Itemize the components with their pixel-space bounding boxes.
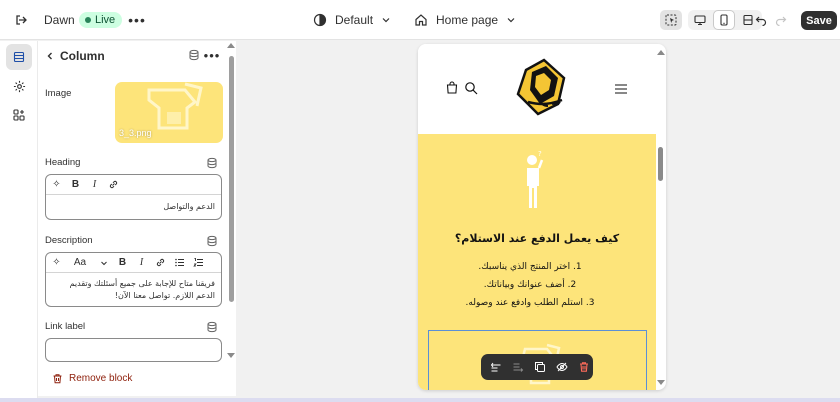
chevron-down-icon — [507, 18, 515, 23]
link-icon[interactable] — [107, 178, 120, 191]
cart-icon[interactable] — [445, 81, 459, 95]
description-toolbar: ✧ Aa B I — [46, 253, 221, 273]
palette-icon — [313, 13, 327, 27]
view-tools — [660, 10, 766, 30]
live-dot-icon — [85, 17, 91, 23]
link-icon[interactable] — [154, 256, 167, 269]
site-header — [418, 44, 656, 134]
menu-hamburger-icon[interactable] — [614, 82, 628, 96]
description-label: Description — [45, 235, 93, 246]
ai-sparkle-icon[interactable]: ✧ — [50, 178, 63, 191]
panel-title: Column — [60, 49, 105, 63]
chevron-down-icon[interactable] — [97, 256, 110, 269]
home-icon — [415, 14, 427, 26]
heading-editor[interactable]: ✧ B I الدعم والتواصل — [45, 174, 222, 220]
text-style-label: Aa — [73, 257, 87, 268]
page-label: Home page — [436, 13, 499, 27]
italic-icon[interactable]: I — [88, 178, 101, 191]
panel-more-icon[interactable]: ••• — [204, 47, 220, 63]
storefront-preview-frame: ? كيف يعمل الدفع عند الاستلام؟ 1. اختر ا… — [418, 44, 666, 390]
viewport-group — [688, 10, 762, 30]
panel-scroll-down-icon[interactable] — [227, 353, 235, 358]
settings-gear-icon[interactable] — [6, 73, 32, 99]
undo-icon[interactable] — [752, 10, 770, 30]
heading-toolbar: ✧ B I — [46, 175, 221, 195]
exit-icon[interactable] — [12, 11, 30, 29]
description-value[interactable]: فريقنا متاح للإجابة على جميع أسئلتك وتقد… — [46, 273, 221, 307]
chevron-down-icon — [382, 18, 390, 23]
move-up-icon[interactable] — [489, 360, 503, 374]
text-style-dropdown[interactable]: Aa — [69, 256, 91, 269]
mobile-icon[interactable] — [713, 10, 735, 30]
bold-icon[interactable]: B — [116, 256, 129, 269]
heading-dynamic-source-icon[interactable] — [206, 157, 218, 169]
image-label: Image — [45, 88, 72, 99]
heading-label: Heading — [45, 157, 81, 168]
step-item: 1. اختر المنتج الذي يناسبك. — [478, 262, 582, 272]
multicolumn-section[interactable]: ? كيف يعمل الدفع عند الاستلام؟ 1. اختر ا… — [418, 134, 656, 390]
panel-scroll-up-icon[interactable] — [227, 43, 235, 48]
svg-text:?: ? — [538, 150, 542, 158]
preview-scrollbar[interactable] — [658, 147, 663, 181]
editor-topbar: Dawn Live ••• Default Home page Save — [0, 0, 840, 40]
move-down-icon[interactable] — [511, 360, 525, 374]
remove-block-button[interactable]: Remove block — [52, 373, 132, 384]
bullet-list-icon[interactable] — [173, 256, 186, 269]
numbered-list-icon[interactable] — [192, 256, 205, 269]
theme-more-icon[interactable]: ••• — [128, 11, 146, 29]
italic-icon[interactable]: I — [135, 256, 148, 269]
link-label-input[interactable] — [45, 338, 222, 362]
trash-icon — [53, 374, 62, 384]
remove-block-label: Remove block — [69, 373, 133, 384]
panel-scrollbar[interactable] — [229, 56, 234, 302]
inspector-icon[interactable] — [660, 10, 682, 30]
block-floating-toolbar — [481, 354, 593, 380]
steps-list: 1. اختر المنتج الذي يناسبك. 2. أضف عنوان… — [438, 258, 622, 312]
image-filename: 3_3.png — [119, 128, 152, 138]
live-badge: Live — [79, 12, 123, 28]
store-logo[interactable] — [512, 56, 572, 120]
section-heading: كيف يعمل الدفع عند الاستلام؟ — [454, 232, 620, 245]
save-button[interactable]: Save — [801, 11, 837, 30]
bottom-border — [0, 398, 840, 402]
search-icon[interactable] — [464, 81, 478, 95]
back-arrow-icon[interactable] — [43, 49, 57, 63]
link-label-dynamic-source-icon[interactable] — [206, 321, 218, 333]
preview-scroll-down-icon[interactable] — [657, 380, 665, 385]
image-picker[interactable]: 3_3.png — [115, 82, 223, 143]
apps-icon[interactable] — [6, 102, 32, 128]
description-dynamic-source-icon[interactable] — [206, 235, 218, 247]
link-label-label: Link label — [45, 321, 86, 332]
device-label: Default — [335, 13, 374, 27]
step-item: 2. أضف عنوانك وبياناتك. — [483, 280, 577, 290]
panel-header: Column ••• — [38, 41, 236, 71]
description-editor[interactable]: ✧ Aa B I فريقنا متاح للإجابة على جميع أس… — [45, 252, 222, 307]
heading-value[interactable]: الدعم والتواصل — [46, 195, 221, 218]
duplicate-icon[interactable] — [533, 360, 547, 374]
delete-trash-icon[interactable] — [577, 360, 591, 374]
thinking-person-icon: ? — [527, 150, 544, 208]
step-item: 3. استلم الطلب وادفع عند وصوله. — [465, 298, 595, 308]
page-selector[interactable]: Home page — [414, 10, 516, 30]
dynamic-source-icon[interactable] — [188, 49, 202, 63]
block-settings-panel: Column ••• Image 3_3.png Heading ✧ B I ا… — [38, 41, 236, 396]
ai-sparkle-icon[interactable]: ✧ — [50, 256, 63, 269]
preview-scroll-up-icon[interactable] — [657, 50, 665, 55]
theme-name: Dawn — [44, 13, 75, 27]
sections-icon[interactable] — [6, 44, 32, 70]
device-selector[interactable]: Default — [313, 10, 391, 30]
desktop-icon[interactable] — [689, 10, 711, 30]
hide-eye-icon[interactable] — [555, 360, 569, 374]
redo-icon[interactable] — [772, 10, 790, 30]
bold-icon[interactable]: B — [69, 178, 82, 191]
live-badge-label: Live — [95, 14, 116, 26]
left-rail — [0, 41, 38, 402]
